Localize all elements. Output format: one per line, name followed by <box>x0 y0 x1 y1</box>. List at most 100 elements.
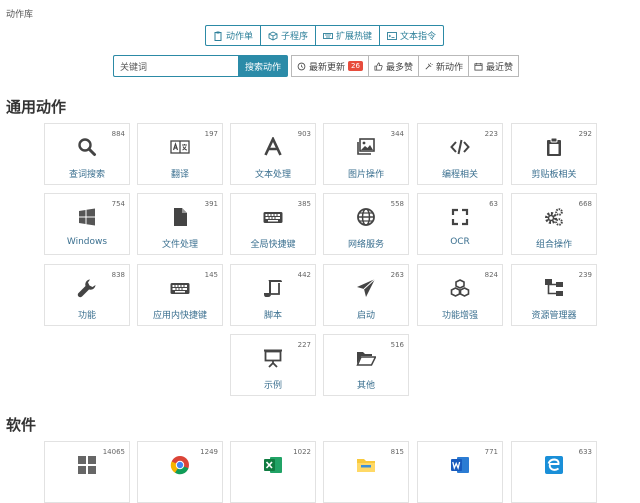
sort-label: 最近赞 <box>485 62 513 73</box>
software-count: 633 <box>578 448 592 456</box>
ocr-icon <box>450 207 470 227</box>
action-card-ocr[interactable]: 63 OCR <box>417 193 503 255</box>
action-label: 图片操作 <box>347 170 384 180</box>
scroll-icon <box>263 278 283 298</box>
chrome-icon <box>170 455 190 475</box>
sitemap-icon <box>544 278 564 298</box>
breadcrumb: 动作库 <box>6 10 34 20</box>
keyboard-icon <box>170 278 190 298</box>
action-label: 查词搜索 <box>68 170 105 180</box>
clipboard-icon <box>214 31 222 41</box>
gears-icon <box>544 207 564 227</box>
action-card-coding[interactable]: 223 编程相关 <box>417 123 503 185</box>
action-card-text[interactable]: 903 文本处理 <box>230 123 316 185</box>
library-tabs: 动作单 子程序 扩展热键 文本指令 <box>205 25 445 46</box>
tab-hotkeys[interactable]: 扩展热键 <box>315 25 381 46</box>
sort-most-liked-button[interactable]: 最多赞 <box>367 55 419 77</box>
cubes-icon <box>450 278 470 298</box>
action-label: 文件处理 <box>161 240 198 250</box>
keyboard-icon <box>263 207 283 227</box>
software-card[interactable]: 771 <box>417 441 503 503</box>
action-card-app-hotkey[interactable]: 145 应用内快捷键 <box>137 264 223 326</box>
action-count: 884 <box>111 130 125 138</box>
action-count: 824 <box>484 271 498 279</box>
action-card-image[interactable]: 344 图片操作 <box>323 123 409 185</box>
sort-latest-button[interactable]: 最新更新 26 <box>291 55 369 77</box>
action-card-file[interactable]: 391 文件处理 <box>137 193 223 255</box>
sort-label: 最多赞 <box>385 62 413 73</box>
sort-label: 新动作 <box>435 62 463 73</box>
action-label: 资源管理器 <box>531 311 577 321</box>
action-count: 558 <box>390 200 404 208</box>
software-count: 1022 <box>293 448 311 456</box>
section-title-software: 软件 <box>6 416 37 434</box>
action-card-global-hotkey[interactable]: 385 全局快捷键 <box>230 193 316 255</box>
software-card[interactable]: 1022 <box>230 441 316 503</box>
action-label: 文本处理 <box>254 170 291 180</box>
action-card-enhance[interactable]: 824 功能增强 <box>417 264 503 326</box>
tab-subroutine[interactable]: 子程序 <box>260 25 317 46</box>
action-label: 网络服务 <box>347 240 384 250</box>
excel-icon <box>263 455 283 475</box>
sort-group: 最新更新 26 最多赞 新动作 最近赞 <box>291 55 519 77</box>
action-count: 442 <box>297 271 311 279</box>
action-card-windows[interactable]: 754 Windows <box>44 193 130 255</box>
action-card-clipboard[interactable]: 292 剪贴板相关 <box>511 123 597 185</box>
action-count: 223 <box>484 130 498 138</box>
history-icon <box>297 62 306 70</box>
globe-icon <box>356 207 376 227</box>
action-card-translate[interactable]: 197 翻译 <box>137 123 223 185</box>
software-count: 14065 <box>102 448 125 456</box>
action-count: 516 <box>390 341 404 349</box>
action-label: 示例 <box>263 381 282 391</box>
action-card-function[interactable]: 838 功能 <box>44 264 130 326</box>
action-count: 197 <box>204 130 218 138</box>
tab-label: 扩展热键 <box>336 32 373 42</box>
sort-new-button[interactable]: 新动作 <box>417 55 469 77</box>
software-card[interactable]: 1249 <box>137 441 223 503</box>
update-count-badge: 26 <box>348 61 363 71</box>
terminal-icon <box>387 31 397 40</box>
action-card-other[interactable]: 516 其他 <box>323 334 409 396</box>
action-card-combo[interactable]: 668 组合操作 <box>511 193 597 255</box>
action-count: 391 <box>204 200 218 208</box>
software-card[interactable]: 815 <box>323 441 409 503</box>
tab-text-commands[interactable]: 文本指令 <box>379 25 445 46</box>
action-card-network[interactable]: 558 网络服务 <box>323 193 409 255</box>
action-count: 754 <box>111 200 125 208</box>
tab-label: 子程序 <box>281 32 309 42</box>
search-button[interactable]: 搜索动作 <box>238 55 289 77</box>
action-card-explorer[interactable]: 239 资源管理器 <box>511 264 597 326</box>
action-count: 63 <box>489 200 498 208</box>
translate-icon <box>170 137 190 157</box>
software-count: 1249 <box>200 448 218 456</box>
tab-label: 文本指令 <box>400 32 437 42</box>
code-icon <box>450 137 470 157</box>
thumbs-up-icon <box>374 62 383 70</box>
search-row: 搜索动作 最新更新 26 最多赞 新动作 最近赞 <box>113 55 519 77</box>
action-label: 翻译 <box>170 170 189 180</box>
action-count: 668 <box>578 200 592 208</box>
action-card-launch[interactable]: 263 启动 <box>323 264 409 326</box>
software-count: 771 <box>484 448 498 456</box>
keyboard-icon <box>323 32 333 39</box>
action-card-script[interactable]: 442 脚本 <box>230 264 316 326</box>
action-count: 838 <box>111 271 125 279</box>
action-label: 脚本 <box>263 311 282 321</box>
sort-label: 最新更新 <box>309 62 346 73</box>
new-icon <box>425 62 433 69</box>
clipboard-icon <box>544 137 564 157</box>
action-count: 145 <box>204 271 218 279</box>
action-count: 227 <box>297 341 311 349</box>
sort-recent-liked-button[interactable]: 最近赞 <box>467 55 519 77</box>
search-input[interactable] <box>113 55 238 77</box>
software-card[interactable]: 633 <box>511 441 597 503</box>
tab-action-list[interactable]: 动作单 <box>205 25 262 46</box>
action-card-search[interactable]: 884 查词搜索 <box>44 123 130 185</box>
action-card-example[interactable]: 227 示例 <box>230 334 316 396</box>
action-label: 剪贴板相关 <box>531 170 577 180</box>
action-label: Windows <box>66 237 108 247</box>
edge-icon <box>544 455 564 475</box>
software-card[interactable]: 14065 <box>44 441 130 503</box>
action-label: 全局快捷键 <box>250 240 296 250</box>
